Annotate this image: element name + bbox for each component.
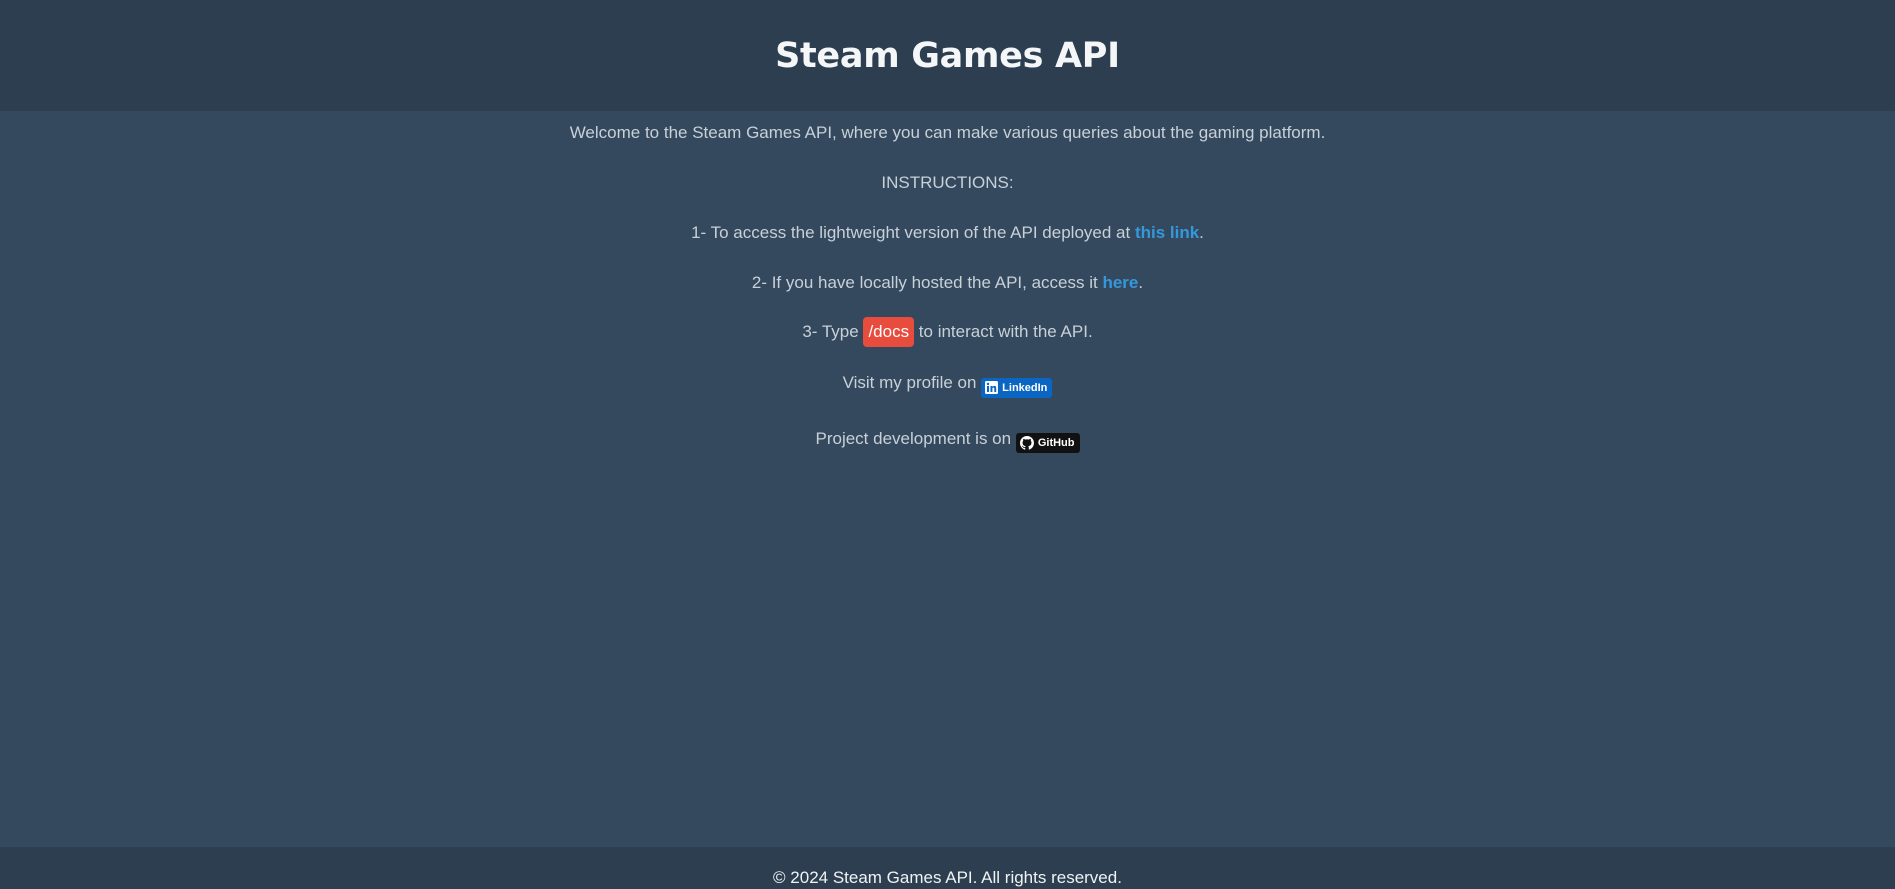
page-footer: © 2024 Steam Games API. All rights reser… (0, 847, 1895, 889)
github-badge[interactable]: GitHub (1015, 433, 1080, 453)
linkedin-badge-label: LinkedIn (1002, 381, 1048, 394)
page-header: Steam Games API (0, 0, 1895, 111)
main-content: Welcome to the Steam Games API, where yo… (0, 111, 1895, 847)
step-1-text: 1- To access the lightweight version of … (691, 223, 1135, 242)
step-1-suffix: . (1199, 223, 1204, 242)
step-3-suffix: to interact with the API. (914, 322, 1093, 341)
instruction-step-2: 2- If you have locally hosted the API, a… (0, 271, 1895, 295)
step-3-prefix: 3- Type (802, 322, 864, 341)
welcome-text: Welcome to the Steam Games API, where yo… (569, 123, 1326, 142)
linkedin-badge[interactable]: LinkedIn (981, 377, 1053, 398)
github-badge-label: GitHub (1037, 437, 1075, 449)
step-2-suffix: . (1138, 273, 1144, 292)
here-link[interactable]: here (1102, 273, 1138, 292)
project-line: Project development is on GitHub (0, 427, 1895, 453)
profile-line: Visit my profile on LinkedIn (0, 371, 1895, 398)
github-icon (1019, 436, 1034, 450)
profile-text: Visit my profile on (842, 373, 982, 392)
linkedin-icon (985, 381, 999, 394)
instruction-step-1: 1- To access the lightweight version of … (0, 221, 1895, 245)
instruction-step-3: 3- Type /docs to interact with the API. (0, 317, 1895, 347)
copyright-text: © 2024 Steam Games API. All rights reser… (773, 868, 1122, 887)
instructions-heading: INSTRUCTIONS: (881, 173, 1014, 192)
page-title: Steam Games API (775, 35, 1120, 76)
step-2-text: 2- If you have locally hosted the API, a… (751, 273, 1103, 292)
this-link[interactable]: this link (1135, 223, 1199, 242)
project-text: Project development is on (815, 429, 1016, 448)
docs-code: /docs (863, 317, 915, 347)
